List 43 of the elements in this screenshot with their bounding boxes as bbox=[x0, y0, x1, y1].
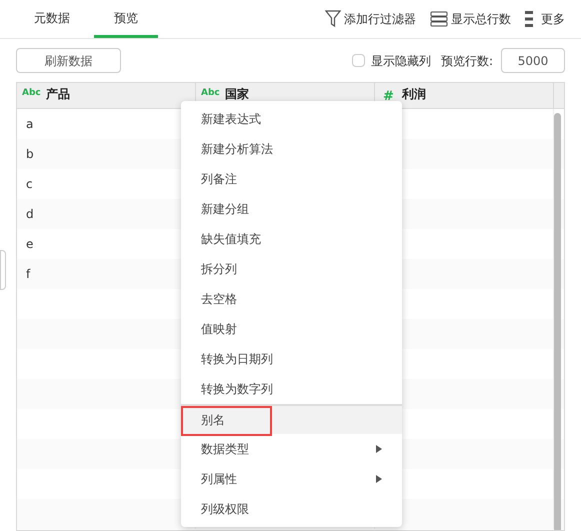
table-cell-text: f bbox=[26, 266, 30, 283]
toolbar-button[interactable]: 显示总行数 bbox=[451, 10, 511, 28]
checkbox[interactable] bbox=[352, 54, 365, 67]
rows-icon bbox=[430, 11, 448, 27]
menu-item[interactable]: 新建分析算法 bbox=[181, 134, 402, 164]
table-cell-text: a bbox=[26, 116, 34, 133]
menu-item[interactable]: 去空格 bbox=[181, 284, 402, 314]
tab[interactable]: 预览 bbox=[94, 0, 158, 38]
filter-icon bbox=[325, 10, 341, 28]
table-cell-text: b bbox=[26, 146, 34, 163]
refresh-button[interactable]: 刷新数据 bbox=[16, 48, 121, 73]
checkbox-label: 显示隐藏列 bbox=[370, 52, 431, 70]
menu-item[interactable]: 数据类型 bbox=[181, 434, 402, 464]
toolbar-button[interactable]: 添加行过滤器 bbox=[344, 10, 416, 28]
scrollbar-thumb[interactable] bbox=[554, 113, 561, 530]
toolbar-button[interactable]: 更多 bbox=[541, 10, 565, 28]
submenu-arrow-icon bbox=[376, 445, 382, 453]
preview-rows-field[interactable]: 5000 bbox=[501, 48, 565, 73]
field-label: 预览行数: bbox=[440, 52, 493, 70]
column-header[interactable]: 国家 bbox=[224, 87, 249, 101]
more-icon bbox=[525, 11, 533, 27]
menu-item[interactable]: 值映射 bbox=[181, 314, 402, 344]
tab[interactable]: 元数据 bbox=[20, 0, 84, 38]
menu-item[interactable]: 新建表达式 bbox=[181, 104, 402, 134]
column-header[interactable]: 利润 bbox=[402, 87, 426, 101]
menu-item[interactable]: 新建分组 bbox=[181, 194, 402, 224]
side-handle[interactable] bbox=[0, 250, 6, 290]
menu-item[interactable]: 转换为日期列 bbox=[181, 344, 402, 374]
menu-item[interactable]: 列属性 bbox=[181, 464, 402, 494]
menu-item[interactable]: 列备注 bbox=[181, 164, 402, 194]
column-header[interactable]: 产品 bbox=[46, 87, 70, 101]
type-icon: # bbox=[380, 87, 397, 106]
table-cell-text: e bbox=[26, 236, 34, 253]
menu-item[interactable]: 缺失值填充 bbox=[181, 224, 402, 254]
table-cell-text: d bbox=[26, 206, 34, 223]
submenu-arrow-icon bbox=[376, 475, 382, 483]
type-icon: Abc bbox=[22, 87, 41, 100]
menu-item[interactable]: 列级权限 bbox=[181, 494, 402, 524]
type-icon: Abc bbox=[201, 87, 220, 100]
menu-item[interactable]: 别名 bbox=[181, 404, 402, 434]
menu-item[interactable]: 转换为数字列 bbox=[181, 374, 402, 404]
menu-item[interactable]: 拆分列 bbox=[181, 254, 402, 284]
table-cell-text: c bbox=[26, 176, 33, 193]
